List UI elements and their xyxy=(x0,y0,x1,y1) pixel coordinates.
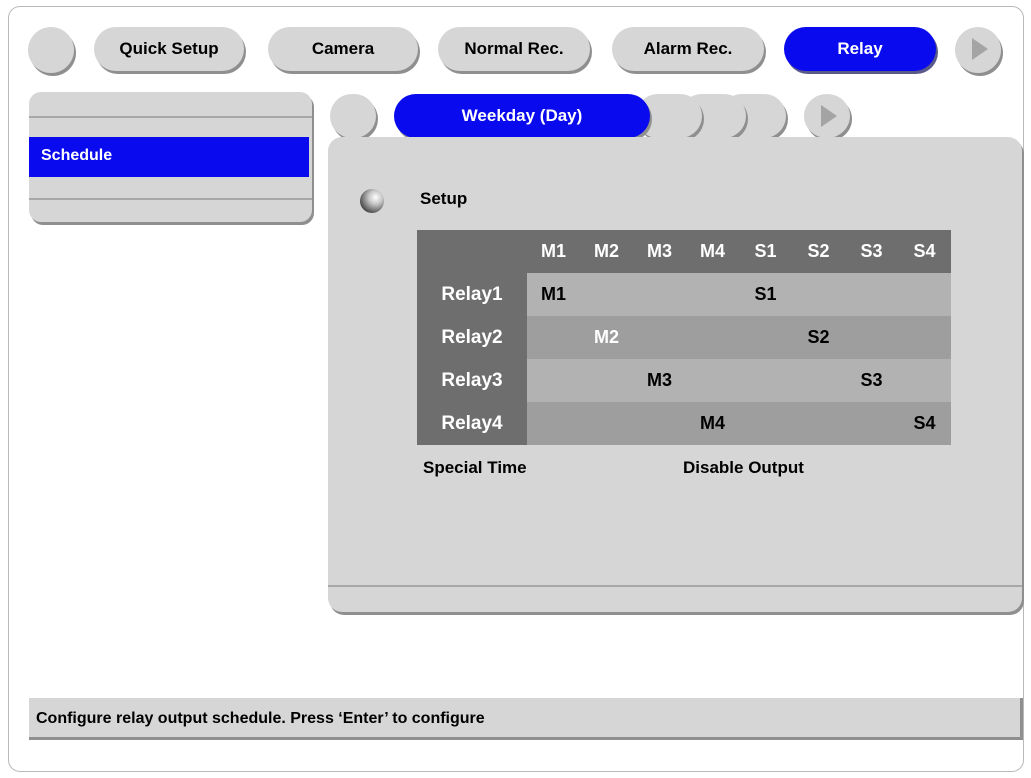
relay-row-label: Relay4 xyxy=(417,402,527,445)
relay-schedule-cell[interactable] xyxy=(580,273,633,316)
relay-schedule-cell[interactable] xyxy=(580,359,633,402)
relay-schedule-cell[interactable] xyxy=(792,359,845,402)
next-tab-arrow-icon[interactable] xyxy=(955,27,1001,73)
status-text: Configure relay output schedule. Press ‘… xyxy=(36,710,485,727)
special-time-label[interactable]: Special Time xyxy=(423,458,527,478)
corner-cell xyxy=(417,230,527,273)
column-header: M2 xyxy=(580,230,633,273)
relay-schedule-cell[interactable] xyxy=(792,273,845,316)
relay-schedule-cell[interactable]: M2 xyxy=(580,316,633,359)
relay-schedule-cell[interactable] xyxy=(739,359,792,402)
subtab-weekday-day[interactable]: Weekday (Day) xyxy=(394,94,650,138)
column-header: S1 xyxy=(739,230,792,273)
relay-schedule-cell[interactable]: S3 xyxy=(845,359,898,402)
table-row: Relay4 M4 S4 xyxy=(417,402,951,445)
relay-schedule-cell[interactable] xyxy=(527,402,580,445)
column-header: S4 xyxy=(898,230,951,273)
relay-schedule-cell[interactable] xyxy=(686,359,739,402)
tab-normal-rec[interactable]: Normal Rec. xyxy=(438,27,590,71)
relay-schedule-cell[interactable] xyxy=(633,316,686,359)
column-header: M4 xyxy=(686,230,739,273)
menu-item-schedule[interactable]: Schedule xyxy=(29,137,309,177)
relay-schedule-cell[interactable]: M1 xyxy=(527,273,580,316)
relay-schedule-cell[interactable] xyxy=(739,402,792,445)
relay-schedule-cell[interactable] xyxy=(845,316,898,359)
column-header: M3 xyxy=(633,230,686,273)
panel-divider xyxy=(328,585,1022,587)
tab-camera[interactable]: Camera xyxy=(268,27,418,71)
relay-schedule-cell[interactable] xyxy=(898,273,951,316)
relay-schedule-cell[interactable]: S4 xyxy=(898,402,951,445)
relay-schedule-cell[interactable]: M4 xyxy=(686,402,739,445)
table-row: Relay3 M3 S3 xyxy=(417,359,951,402)
tab-alarm-rec[interactable]: Alarm Rec. xyxy=(612,27,764,71)
relay-schedule-cell[interactable] xyxy=(580,402,633,445)
relay-schedule-cell[interactable]: S1 xyxy=(739,273,792,316)
tab-quick-setup[interactable]: Quick Setup xyxy=(94,27,244,71)
status-bar: Configure relay output schedule. Press ‘… xyxy=(29,698,1023,740)
column-header: S3 xyxy=(845,230,898,273)
relay-schedule-cell[interactable] xyxy=(686,316,739,359)
relay-row-label: Relay3 xyxy=(417,359,527,402)
relay-row-label: Relay1 xyxy=(417,273,527,316)
disable-output-label[interactable]: Disable Output xyxy=(683,458,804,478)
setup-bullet-icon[interactable] xyxy=(360,189,384,213)
relay-schedule-cell[interactable] xyxy=(898,316,951,359)
table-row: Relay2 M2 S2 xyxy=(417,316,951,359)
table-row: Relay1 M1 S1 xyxy=(417,273,951,316)
relay-schedule-cell[interactable] xyxy=(898,359,951,402)
tab-relay[interactable]: Relay xyxy=(784,27,936,71)
relay-schedule-cell[interactable] xyxy=(527,316,580,359)
menu-divider xyxy=(29,198,312,200)
column-header: S2 xyxy=(792,230,845,273)
column-header: M1 xyxy=(527,230,580,273)
relay-schedule-cell[interactable] xyxy=(845,273,898,316)
relay-schedule-cell[interactable] xyxy=(686,273,739,316)
subtab-prev-button[interactable] xyxy=(330,94,376,138)
left-menu: Schedule xyxy=(29,92,312,222)
next-subtab-arrow-icon[interactable] xyxy=(804,94,850,138)
relay-schedule-cell[interactable] xyxy=(633,273,686,316)
relay-schedule-cell[interactable] xyxy=(792,402,845,445)
relay-row-label: Relay2 xyxy=(417,316,527,359)
menu-home-button[interactable] xyxy=(28,27,74,73)
relay-schedule-cell[interactable] xyxy=(633,402,686,445)
table-header-row: M1 M2 M3 M4 S1 S2 S3 S4 xyxy=(417,230,951,273)
relay-schedule-cell[interactable] xyxy=(527,359,580,402)
relay-schedule-cell[interactable]: M3 xyxy=(633,359,686,402)
relay-schedule-cell[interactable]: S2 xyxy=(792,316,845,359)
menu-divider xyxy=(29,116,312,118)
relay-schedule-cell[interactable] xyxy=(739,316,792,359)
relay-schedule-cell[interactable] xyxy=(845,402,898,445)
relay-schedule-table: M1 M2 M3 M4 S1 S2 S3 S4 Relay1 M1 S1 Relay2… xyxy=(417,230,951,445)
setup-label[interactable]: Setup xyxy=(420,189,467,209)
